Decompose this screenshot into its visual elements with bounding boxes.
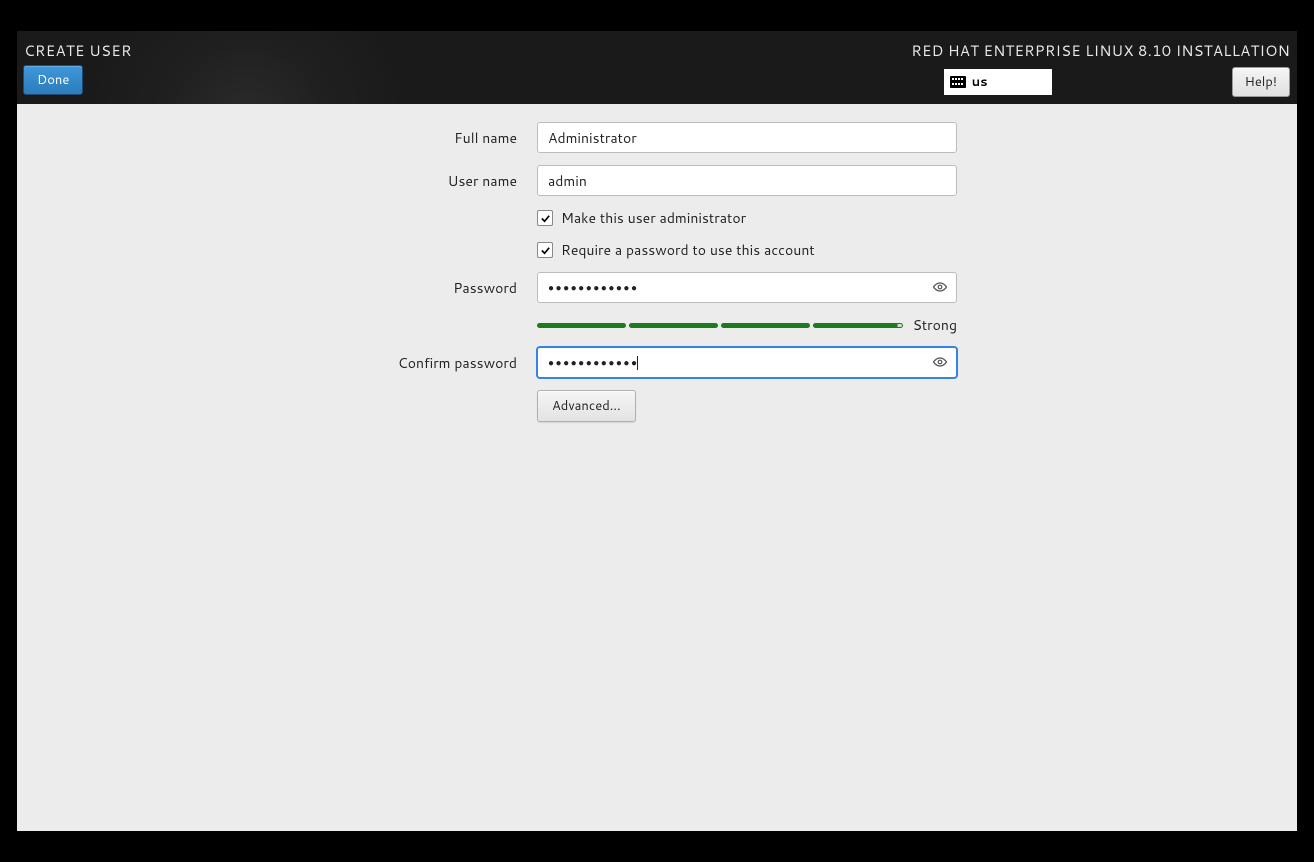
confirm-password-field-wrapper: ●●●●●●●●●●●●	[537, 347, 957, 378]
password-field-wrapper: ●●●●●●●●●●●●	[537, 272, 957, 303]
show-password-icon[interactable]	[932, 280, 948, 296]
eye-icon	[932, 355, 948, 371]
strength-bar-2	[629, 323, 718, 328]
confirm-password-label: Confirm password	[37, 353, 517, 373]
make-admin-row: Make this user administrator	[537, 208, 957, 228]
strength-bar-3	[721, 323, 810, 328]
page-title: CREATE USER	[24, 38, 132, 61]
done-button[interactable]: Done	[23, 65, 83, 95]
require-password-row: Require a password to use this account	[537, 240, 957, 260]
require-password-label: Require a password to use this account	[561, 240, 815, 260]
content-area: Full name User name Make this user admin…	[17, 104, 1297, 831]
checkmark-icon	[540, 213, 551, 224]
password-label: Password	[37, 278, 517, 298]
installer-window: CREATE USER Done RED HAT ENTERPRISE LINU…	[17, 31, 1297, 831]
make-admin-label: Make this user administrator	[561, 208, 746, 228]
user-form: Full name User name Make this user admin…	[37, 122, 1277, 422]
eye-icon	[932, 280, 948, 296]
strength-bars	[537, 323, 903, 328]
checkmark-icon	[540, 245, 551, 256]
product-title: RED HAT ENTERPRISE LINUX 8.10 INSTALLATI…	[911, 38, 1290, 61]
help-button[interactable]: Help!	[1232, 67, 1290, 97]
keyboard-icon	[950, 76, 966, 88]
full-name-label: Full name	[37, 128, 517, 148]
header-controls: us Help!	[944, 67, 1290, 97]
user-name-input[interactable]	[537, 165, 957, 196]
full-name-input[interactable]	[537, 122, 957, 153]
password-input[interactable]: ●●●●●●●●●●●●	[537, 272, 957, 303]
header-left: CREATE USER Done	[24, 38, 132, 97]
strength-bar-4	[813, 323, 902, 328]
make-admin-checkbox[interactable]	[537, 210, 553, 226]
header-bar: CREATE USER Done RED HAT ENTERPRISE LINU…	[17, 31, 1297, 104]
strength-label: Strong	[913, 315, 957, 335]
user-name-label: User name	[37, 171, 517, 191]
strength-bar-1	[537, 323, 626, 328]
keyboard-layout-label: us	[972, 73, 988, 91]
advanced-button[interactable]: Advanced...	[537, 390, 636, 422]
show-confirm-password-icon[interactable]	[932, 355, 948, 371]
require-password-checkbox[interactable]	[537, 242, 553, 258]
confirm-password-input[interactable]: ●●●●●●●●●●●●	[537, 347, 957, 378]
keyboard-layout-selector[interactable]: us	[944, 69, 1052, 95]
password-strength-row: Strong	[537, 315, 957, 335]
header-right: RED HAT ENTERPRISE LINUX 8.10 INSTALLATI…	[911, 38, 1290, 97]
